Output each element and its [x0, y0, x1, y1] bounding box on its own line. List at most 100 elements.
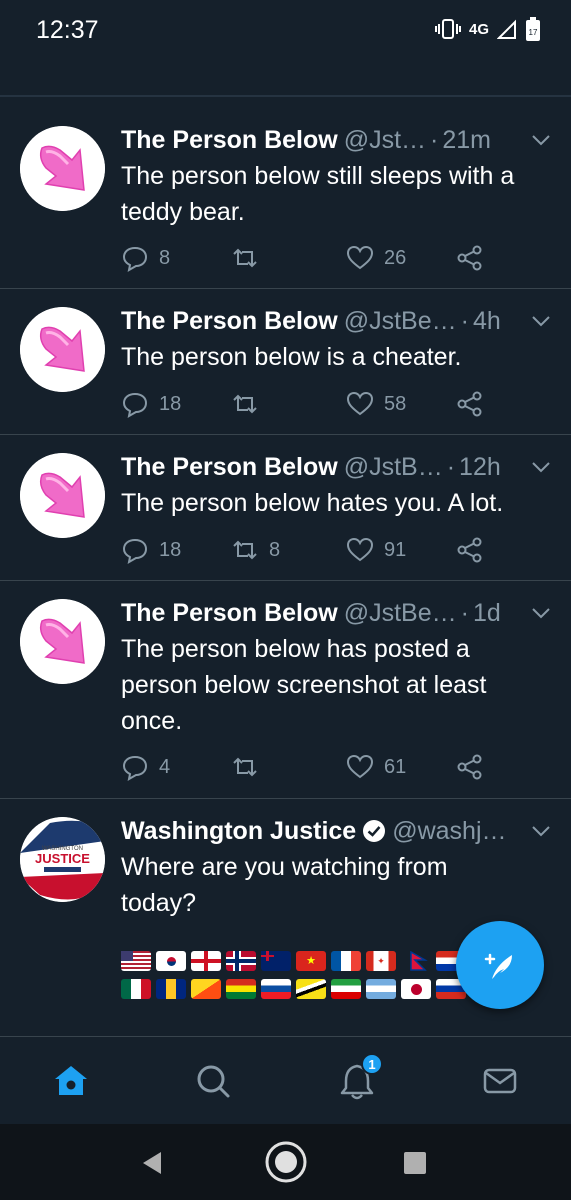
bb-flag-icon — [156, 979, 186, 999]
home-icon — [55, 1066, 87, 1095]
reply-count: 4 — [159, 755, 171, 778]
nav-notifications[interactable]: 1 — [335, 1053, 383, 1103]
system-recents-button[interactable] — [400, 1148, 430, 1178]
chevron-down-icon[interactable] — [531, 314, 551, 328]
tweet-text: The person below has posted a person bel… — [121, 635, 487, 735]
avatar[interactable] — [20, 453, 105, 538]
tweet-header: The Person Below @JstB… · 12h — [121, 449, 551, 485]
network-type: 4G — [468, 20, 489, 38]
pink-arrow-icon — [20, 307, 105, 392]
tweet-text: The person below hates you. A lot. — [121, 489, 504, 517]
reply-button[interactable]: 4 — [121, 753, 170, 781]
author-name[interactable]: The Person Below — [121, 453, 338, 482]
author-name[interactable]: The Person Below — [121, 307, 338, 336]
share-button[interactable] — [456, 390, 484, 418]
timeline-feed[interactable]: The Person Below @Jst… · 21m The person … — [0, 108, 571, 1036]
nav-search[interactable] — [191, 1059, 235, 1103]
fr-flag-icon — [331, 951, 361, 971]
retweet-button[interactable] — [231, 390, 259, 418]
status-time: 12:37 — [36, 16, 99, 44]
reply-icon — [122, 538, 148, 564]
compose-tweet-button[interactable] — [456, 921, 544, 1009]
tweet-time: 4h — [472, 306, 501, 335]
retweet-button[interactable]: 8 — [231, 536, 280, 564]
like-button[interactable]: 91 — [346, 536, 406, 564]
like-count: 58 — [384, 392, 407, 415]
tweet[interactable]: The Person Below @JstB… · 12h The person… — [0, 435, 571, 581]
home-circle-icon — [265, 1141, 307, 1183]
notification-badge: 1 — [361, 1053, 383, 1075]
author-handle: @JstBe… — [343, 598, 457, 627]
like-count: 61 — [384, 755, 407, 778]
retweet-icon — [233, 394, 257, 414]
back-triangle-icon — [143, 1152, 161, 1174]
chevron-down-icon[interactable] — [531, 460, 551, 474]
jp-flag-icon — [401, 979, 431, 999]
tweet[interactable]: The Person Below @Jst… · 21m The person … — [0, 108, 571, 289]
share-button[interactable] — [456, 753, 484, 781]
reply-icon — [122, 246, 148, 272]
retweet-button[interactable] — [231, 244, 259, 272]
retweet-icon — [233, 248, 257, 268]
like-button[interactable]: 61 — [346, 753, 406, 781]
heart-icon — [346, 537, 374, 562]
ir-flag-icon — [331, 979, 361, 999]
author-name[interactable]: The Person Below — [121, 599, 338, 628]
bottom-nav: 1 — [0, 1036, 571, 1124]
england-flag-icon — [191, 951, 221, 971]
author-handle: @JstBe… — [343, 306, 457, 335]
avatar[interactable]: WASHINGTON JUSTICE — [20, 817, 105, 902]
tweet-time: 1d — [472, 598, 501, 627]
nav-home[interactable] — [49, 1059, 93, 1103]
like-button[interactable]: 26 — [346, 244, 406, 272]
share-icon — [457, 245, 482, 271]
share-button[interactable] — [456, 536, 484, 564]
reply-icon — [122, 755, 148, 781]
recents-square-icon — [404, 1152, 426, 1174]
heart-icon — [346, 754, 374, 779]
chevron-down-icon[interactable] — [531, 824, 551, 838]
compose-feather-icon — [484, 953, 512, 979]
reply-count: 8 — [159, 246, 171, 269]
pink-arrow-icon — [20, 599, 105, 684]
tweet[interactable]: The Person Below @JstBe… · 1d The person… — [0, 581, 571, 799]
heart-icon — [346, 391, 374, 416]
sk-flag-icon — [261, 979, 291, 999]
tweet[interactable]: The Person Below @JstBe… · 4h The person… — [0, 289, 571, 435]
author-name[interactable]: The Person Below — [121, 126, 338, 155]
share-icon — [457, 537, 482, 563]
tweet-time: 21m — [442, 125, 492, 154]
author-name[interactable]: Washington Justice — [121, 817, 356, 846]
reply-icon — [122, 392, 148, 418]
system-back-button[interactable] — [135, 1146, 169, 1180]
flag-row: ★ ✦ — [121, 950, 471, 971]
verified-badge-icon — [363, 820, 386, 842]
like-count: 26 — [384, 246, 407, 269]
retweet-button[interactable] — [231, 753, 259, 781]
signal-icon — [497, 19, 516, 39]
nav-messages[interactable] — [478, 1059, 522, 1103]
tweet-text: The person below still sleeps with a ted… — [121, 162, 515, 226]
kr-flag-icon — [156, 951, 186, 971]
chevron-down-icon[interactable] — [531, 133, 551, 147]
header-divider — [0, 95, 571, 97]
no-flag-icon — [226, 951, 256, 971]
retweet-count: 8 — [269, 538, 281, 561]
like-button[interactable]: 58 — [346, 390, 406, 418]
heart-icon — [346, 245, 374, 270]
chevron-down-icon[interactable] — [531, 606, 551, 620]
system-home-button[interactable] — [262, 1138, 310, 1186]
share-button[interactable] — [456, 244, 484, 272]
washington-justice-logo: WASHINGTON JUSTICE — [20, 817, 105, 902]
avatar[interactable] — [20, 599, 105, 684]
reply-button[interactable]: 8 — [121, 244, 170, 272]
flag-emojis: ★ ✦ — [121, 950, 471, 1007]
tweet-header: Washington Justice @washj… — [121, 813, 551, 849]
avatar[interactable] — [20, 307, 105, 392]
reply-button[interactable]: 18 — [121, 536, 181, 564]
svg-text:JUSTICE: JUSTICE — [35, 851, 90, 866]
avatar[interactable] — [20, 126, 105, 211]
reply-button[interactable]: 18 — [121, 390, 181, 418]
author-handle: @JstB… — [343, 452, 443, 481]
tweet-header: The Person Below @JstBe… · 4h — [121, 303, 551, 339]
